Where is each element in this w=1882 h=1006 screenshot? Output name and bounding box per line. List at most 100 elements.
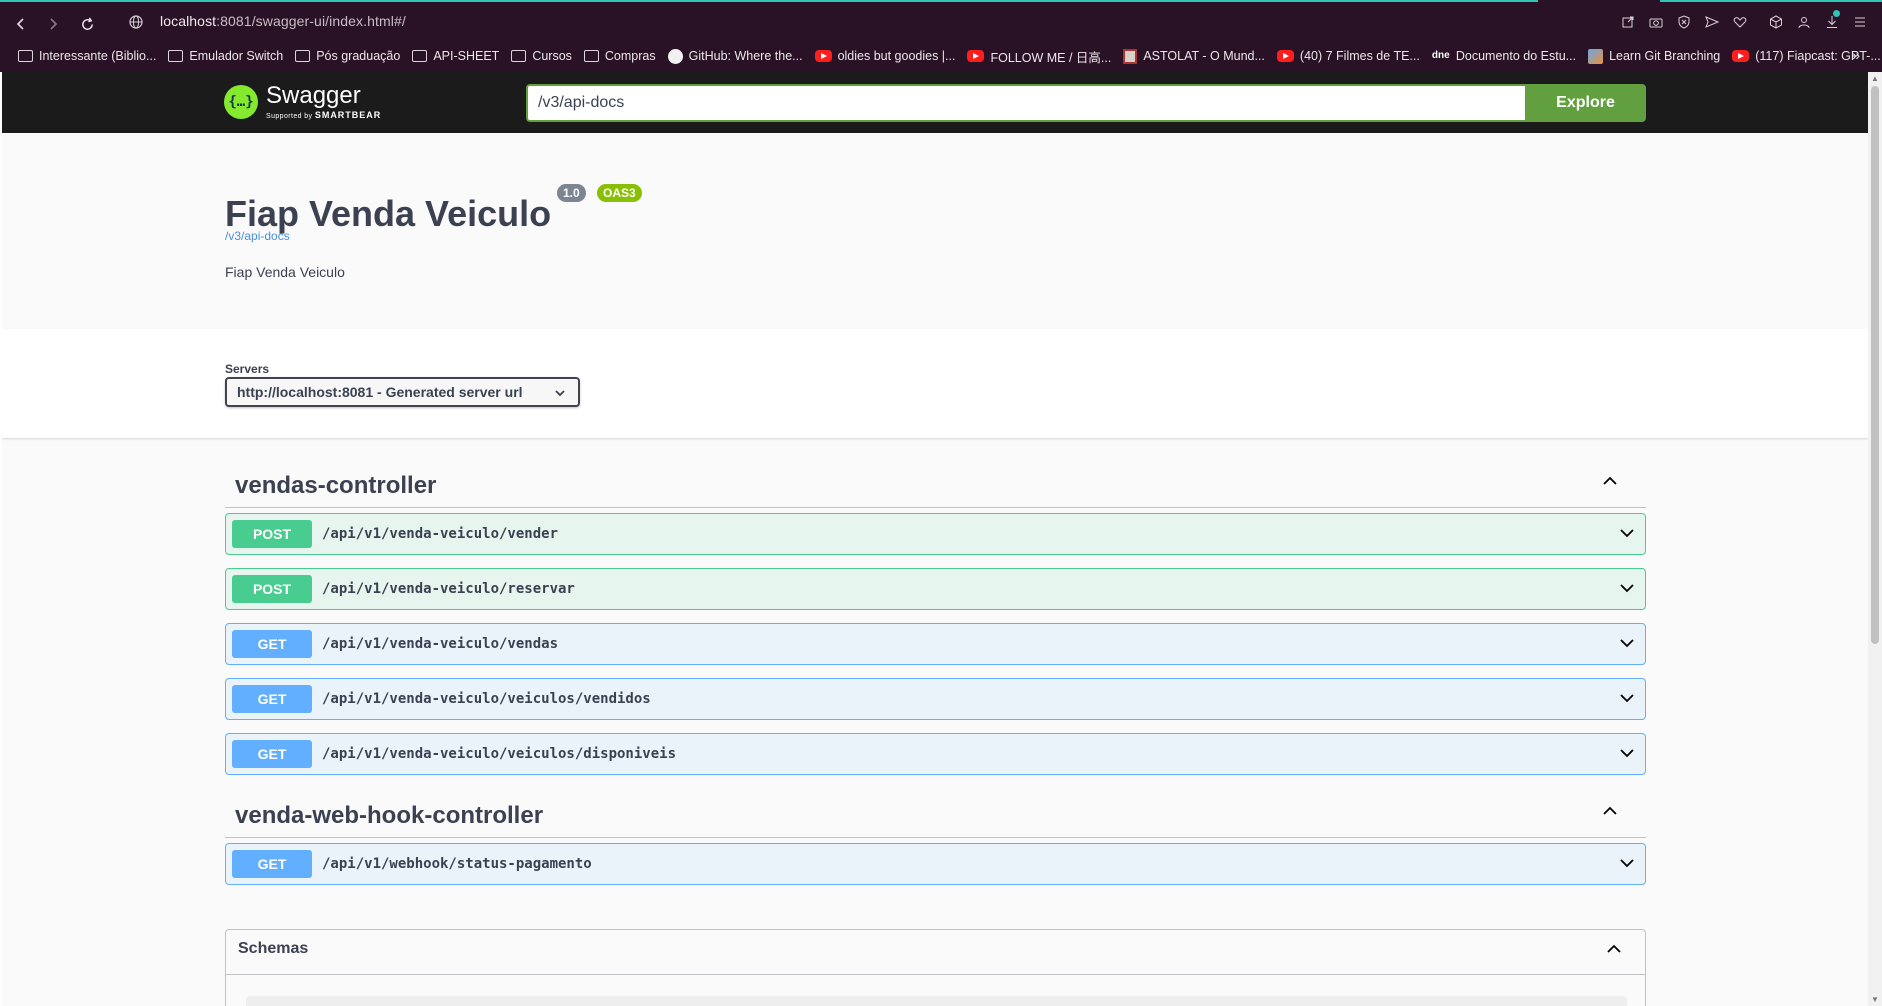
operation-path: /api/v1/webhook/status-pagamento (322, 856, 592, 872)
scroll-up-icon[interactable]: ▲ (1871, 74, 1879, 83)
operation-row[interactable]: POST /api/v1/venda-veiculo/reservar (225, 568, 1646, 610)
bookmark-label: Emulador Switch (189, 49, 284, 63)
loading-progress-bar-secondary (1660, 0, 1882, 2)
method-badge-post: POST (232, 575, 312, 603)
servers-section: Servers http://localhost:8081 - Generate… (2, 329, 1868, 438)
bookmark-item[interactable]: Compras (583, 49, 656, 63)
swagger-logo-icon: {…} (224, 85, 258, 119)
bookmark-item[interactable]: GitHub: Where the... (667, 48, 803, 64)
page-scrollbar[interactable]: ▲ ▼ (1868, 72, 1882, 1006)
youtube-icon (967, 50, 985, 62)
tag-vendas-controller[interactable]: vendas-controller (225, 462, 1646, 508)
operation-row[interactable]: GET /api/v1/venda-veiculo/veiculos/vendi… (225, 678, 1646, 720)
address-bar[interactable]: localhost:8081/swagger-ui/index.html#/ (160, 13, 406, 29)
bookmark-item[interactable]: API-SHEET (412, 49, 499, 63)
operation-path: /api/v1/venda-veiculo/reservar (322, 581, 575, 597)
url-path: :8081/swagger-ui/index.html#/ (216, 13, 406, 29)
servers-selected-value: http://localhost:8081 - Generated server… (237, 384, 523, 400)
forward-icon[interactable] (40, 10, 66, 36)
reload-icon[interactable] (74, 10, 100, 36)
bookmark-item[interactable]: Emulador Switch (168, 49, 283, 63)
bookmark-item[interactable]: Pós graduação (295, 49, 400, 63)
explore-button[interactable]: Explore (1525, 84, 1646, 122)
cube-icon[interactable] (1766, 11, 1786, 31)
bookmarks-bar: Interessante (Biblio... Emulador Switch … (0, 44, 1882, 68)
image-icon (1123, 48, 1138, 64)
bookmark-label: API-SHEET (433, 49, 500, 63)
version-badge: 1.0 (557, 184, 586, 202)
scrollbar-thumb[interactable] (1871, 86, 1879, 644)
back-icon[interactable] (8, 10, 34, 36)
bookmark-label: Documento do Estu... (1455, 49, 1577, 63)
bookmark-item[interactable]: ASTOLAT - O Mund... (1123, 48, 1265, 64)
bookmark-item[interactable]: oldies but goodies |... (814, 49, 956, 63)
method-badge-post: POST (232, 520, 312, 548)
chevron-up-icon[interactable] (1600, 802, 1620, 822)
schemas-section[interactable]: Schemas (225, 929, 1646, 1006)
chevron-down-icon[interactable] (1617, 689, 1637, 709)
chevron-up-icon[interactable] (1605, 940, 1623, 958)
bookmark-label: ASTOLAT - O Mund... (1143, 49, 1265, 63)
bookmark-item[interactable]: Cursos (511, 49, 572, 63)
chevron-down-icon[interactable] (1617, 579, 1637, 599)
dne-icon: dne (1431, 49, 1450, 61)
git-icon (1588, 48, 1604, 64)
bookmark-label: Learn Git Branching (1609, 49, 1721, 63)
operation-path: /api/v1/venda-veiculo/veiculos/disponive… (322, 746, 677, 762)
folder-icon (168, 50, 184, 62)
oas-badge: OAS3 (597, 184, 642, 202)
profile-icon[interactable] (1794, 11, 1814, 31)
swagger-logo-subtitle: Supported by SMARTBEAR (266, 110, 382, 120)
browser-chrome: localhost:8081/swagger-ui/index.html#/ I… (0, 0, 1882, 72)
swagger-page: {…} Swagger Supported by SMARTBEAR /v3/a… (2, 72, 1868, 1006)
youtube-icon (814, 50, 832, 62)
youtube-icon (1732, 50, 1750, 62)
schema-item[interactable] (246, 996, 1627, 1006)
servers-select[interactable]: http://localhost:8081 - Generated server… (225, 377, 580, 407)
bookmark-item[interactable]: (40) 7 Filmes de TE... (1276, 49, 1420, 63)
bookmark-label: Interessante (Biblio... (39, 49, 157, 63)
chevron-down-icon[interactable] (1617, 524, 1637, 544)
download-indicator (1833, 10, 1840, 17)
globe-icon (126, 12, 146, 32)
operation-row[interactable]: POST /api/v1/venda-veiculo/vender (225, 513, 1646, 555)
github-icon (667, 48, 683, 64)
operation-row[interactable]: GET /api/v1/venda-veiculo/veiculos/dispo… (225, 733, 1646, 775)
operation-row[interactable]: GET /api/v1/webhook/status-pagamento (225, 843, 1646, 885)
send-icon[interactable] (1702, 11, 1722, 31)
share-icon[interactable] (1618, 11, 1638, 31)
operation-path: /api/v1/venda-veiculo/veiculos/vendidos (322, 691, 651, 707)
url-host: localhost (160, 13, 217, 29)
api-description: Fiap Venda Veiculo (225, 264, 345, 280)
swagger-logo[interactable]: {…} Swagger Supported by SMARTBEAR (224, 84, 381, 120)
bookmark-label: (40) 7 Filmes de TE... (1299, 49, 1420, 63)
bookmark-label: oldies but goodies |... (837, 49, 956, 63)
method-badge-get: GET (232, 850, 312, 878)
chevron-down-icon[interactable] (1617, 744, 1637, 764)
chevron-down-icon[interactable] (1617, 854, 1637, 874)
camera-icon[interactable] (1646, 11, 1666, 31)
chevron-down-icon[interactable] (1617, 634, 1637, 654)
bookmarks-overflow-button[interactable]: » (1852, 47, 1860, 63)
scroll-down-icon[interactable]: ▼ (1871, 995, 1879, 1004)
operation-row[interactable]: GET /api/v1/venda-veiculo/vendas (225, 623, 1646, 665)
shield-icon[interactable] (1674, 11, 1694, 31)
chevron-down-icon (554, 379, 566, 405)
bookmark-item[interactable]: Learn Git Branching (1588, 48, 1721, 64)
chevron-up-icon[interactable] (1600, 472, 1620, 492)
folder-icon (295, 50, 311, 62)
youtube-icon (1276, 50, 1294, 62)
spec-link[interactable]: /v3/api-docs (225, 229, 290, 243)
bookmark-item[interactable]: FOLLOW ME / 日高... (967, 47, 1111, 66)
tag-venda-web-hook-controller[interactable]: venda-web-hook-controller (225, 792, 1646, 838)
menu-icon[interactable] (1850, 11, 1870, 31)
heart-icon[interactable] (1730, 11, 1750, 31)
servers-label: Servers (225, 362, 270, 376)
bookmark-item[interactable]: Interessante (Biblio... (18, 49, 156, 63)
folder-icon (18, 50, 33, 62)
spec-url-input[interactable]: /v3/api-docs (526, 84, 1527, 122)
method-badge-get: GET (232, 685, 312, 713)
folder-icon (511, 50, 527, 62)
operation-path: /api/v1/venda-veiculo/vendas (322, 636, 559, 652)
bookmark-item[interactable]: dne Documento do Estu... (1432, 49, 1576, 63)
